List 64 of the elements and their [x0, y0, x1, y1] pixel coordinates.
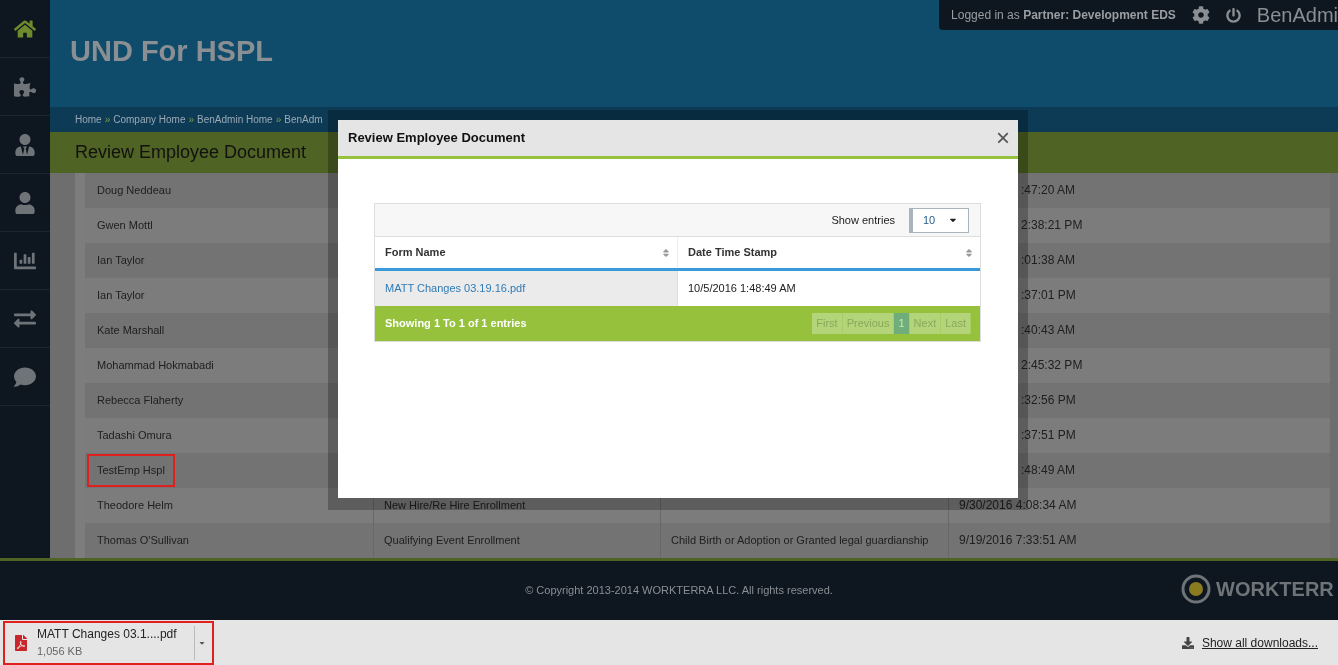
home-icon — [14, 17, 36, 40]
employee-name[interactable]: Ian Taylor — [87, 279, 155, 312]
company-title: UND For HSPL — [70, 33, 273, 69]
download-size: 1,056 KB — [37, 644, 84, 660]
timestamp: :32:56 PM — [1021, 392, 1076, 410]
timestamp: :48:49 AM — [1021, 462, 1076, 480]
timestamp: :40:43 AM — [1021, 322, 1076, 340]
dialog-title: Review Employee Document — [348, 129, 525, 148]
app-name: BenAdmi — [1256, 3, 1338, 28]
column-header[interactable]: Form Name — [375, 237, 678, 268]
breadcrumb-link[interactable]: BenAdmin Home — [197, 112, 273, 128]
document-link[interactable]: MATT Changes 03.19.16.pdf — [385, 280, 526, 297]
employee-name[interactable]: Gwen Mottl — [87, 209, 163, 242]
timestamp: :47:20 AM — [1021, 182, 1076, 200]
employee-name[interactable]: TestEmp Hspl — [87, 454, 175, 487]
timestamp: 9/30/2016 4:08:34 AM — [959, 497, 1077, 515]
user-tie-icon — [14, 133, 36, 156]
timestamp: 9/19/2016 7:33:51 AM — [959, 532, 1077, 550]
puzzle-icon — [14, 75, 36, 98]
employee-name[interactable]: Mohammad Hokmabadi — [87, 349, 224, 382]
timestamp: 2:45:32 PM — [1021, 357, 1083, 375]
login-info: Logged in as Partner: Development EDS — [951, 7, 1176, 24]
breadcrumb-link[interactable]: BenAdm — [284, 112, 323, 128]
breadcrumb-separator: » — [275, 113, 282, 128]
breadcrumb-link[interactable]: Home — [75, 112, 102, 128]
form-name: New Hire/Re Hire Enrollment — [384, 498, 526, 514]
sort-icon — [661, 247, 671, 258]
arrows-icon — [14, 307, 36, 330]
breadcrumb-link[interactable]: Company Home — [113, 112, 186, 128]
employee-name[interactable]: Rebecca Flaherty — [87, 384, 194, 417]
employee-name[interactable]: Ian Taylor — [87, 244, 155, 277]
employee-name[interactable]: Kate Marshall — [87, 314, 175, 347]
timestamp: :01:38 AM — [1021, 252, 1076, 270]
logo-text: WORKTERR — [1216, 577, 1334, 602]
settings-icon[interactable] — [1191, 6, 1210, 24]
timestamp: 10/5/2016 1:48:49 AM — [688, 281, 796, 297]
page-size-select[interactable]: 10 — [909, 207, 969, 233]
timestamp: :37:01 PM — [1021, 287, 1076, 305]
target-logo-icon — [1180, 573, 1212, 605]
download-icon — [1181, 636, 1194, 649]
user-icon — [14, 191, 36, 214]
timestamp: :37:51 PM — [1021, 427, 1076, 445]
close-button[interactable]: × — [992, 126, 1014, 150]
page-title: Review Employee Document — [75, 141, 307, 165]
power-icon[interactable] — [1225, 7, 1241, 23]
event-name: Child Birth or Adoption or Granted legal guardianship — [671, 533, 929, 549]
breadcrumb-separator: » — [188, 113, 195, 128]
show-all-downloads-link[interactable]: Show all downloads... — [1181, 633, 1318, 652]
entries-info: Showing 1 To 1 of 1 entries — [385, 316, 527, 332]
download-filename: MATT Changes 03.1....pdf — [37, 626, 178, 644]
timestamp: 2:38:21 PM — [1021, 217, 1083, 235]
copyright: © Copyright 2013-2014 WORKTERRA LLC. All rights reserved. — [525, 583, 833, 599]
employee-name[interactable]: Doug Neddeau — [87, 174, 181, 207]
breadcrumb-separator: » — [104, 113, 111, 128]
column-header[interactable]: Date Time Stamp — [678, 237, 980, 268]
employee-name[interactable]: Theodore Helm — [87, 489, 183, 522]
sort-icon — [964, 247, 974, 258]
show-entries-label: Show entries — [831, 212, 895, 228]
employee-name[interactable]: Tadashi Omura — [87, 419, 182, 452]
employee-name[interactable]: Thomas O'Sullivan — [87, 524, 199, 557]
download-item[interactable]: MATT Changes 03.1....pdf 1,056 KB — [3, 620, 214, 665]
form-name: Qualifying Event Enrollment — [384, 533, 520, 549]
chat-icon — [14, 365, 36, 388]
pdf-icon — [13, 634, 29, 651]
